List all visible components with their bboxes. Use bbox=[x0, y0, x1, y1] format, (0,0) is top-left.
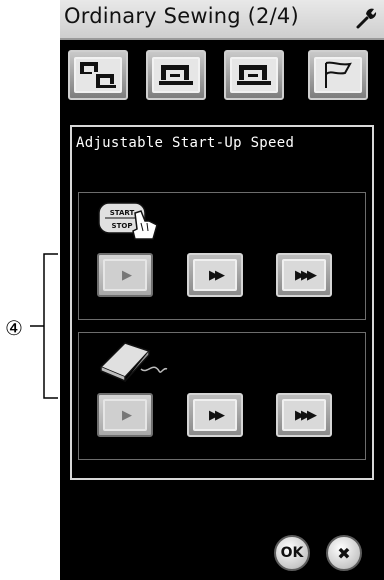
foot-control-speed-fast-button[interactable]: ▶▶▶ bbox=[276, 393, 332, 437]
ok-button[interactable]: OK bbox=[274, 535, 310, 571]
callout-bracket bbox=[30, 253, 58, 399]
title-bar: Ordinary Sewing (2/4) bbox=[60, 0, 384, 40]
foot-control-speed-slow-button[interactable]: ▶ bbox=[97, 393, 153, 437]
foot-control-speed-medium-button[interactable]: ▶▶ bbox=[187, 393, 243, 437]
cancel-button[interactable]: ✖ bbox=[326, 535, 362, 571]
sewing-machine-icon bbox=[152, 57, 200, 93]
start-stop-button-icon: START STOP bbox=[98, 202, 158, 240]
screen-title: Ordinary Sewing (2/4) bbox=[64, 4, 299, 28]
double-arrow-icon: ▶▶ bbox=[209, 407, 225, 423]
foot-control-section: ▶ ▶▶ ▶▶▶ bbox=[78, 332, 366, 460]
triple-arrow-icon: ▶▶▶ bbox=[295, 267, 317, 283]
svg-text:START: START bbox=[110, 209, 135, 217]
twin-machine-icon bbox=[74, 57, 122, 93]
svg-text:STOP: STOP bbox=[112, 222, 133, 230]
double-arrow-icon: ▶▶ bbox=[209, 267, 225, 283]
twin-machine-button[interactable] bbox=[68, 50, 128, 100]
flag-button[interactable] bbox=[308, 50, 368, 100]
arrow-icon: ▶ bbox=[122, 267, 132, 283]
start-stop-speed-medium-button[interactable]: ▶▶ bbox=[187, 253, 243, 297]
lcd-screen: Ordinary Sewing (2/4) Adjustable Start-U… bbox=[60, 0, 384, 580]
startup-speed-panel: Adjustable Start-Up Speed START STOP ▶ ▶… bbox=[70, 125, 374, 480]
arrow-icon: ▶ bbox=[122, 407, 132, 423]
wrench-icon[interactable] bbox=[354, 6, 378, 30]
start-stop-section: START STOP ▶ ▶▶ ▶▶▶ bbox=[78, 192, 366, 320]
panel-title: Adjustable Start-Up Speed bbox=[76, 135, 295, 151]
start-stop-speed-slow-button[interactable]: ▶ bbox=[97, 253, 153, 297]
sewing-machine-button-1[interactable] bbox=[146, 50, 206, 100]
flag-icon bbox=[314, 57, 362, 93]
sewing-machine-button-2[interactable] bbox=[224, 50, 284, 100]
foot-control-icon bbox=[99, 342, 168, 383]
sewing-machine-icon bbox=[230, 57, 278, 93]
callout-number: ④ bbox=[5, 316, 23, 340]
triple-arrow-icon: ▶▶▶ bbox=[295, 407, 317, 423]
start-stop-speed-fast-button[interactable]: ▶▶▶ bbox=[276, 253, 332, 297]
page: ④ Ordinary Sewing (2/4) Adjustable Start… bbox=[0, 0, 384, 580]
